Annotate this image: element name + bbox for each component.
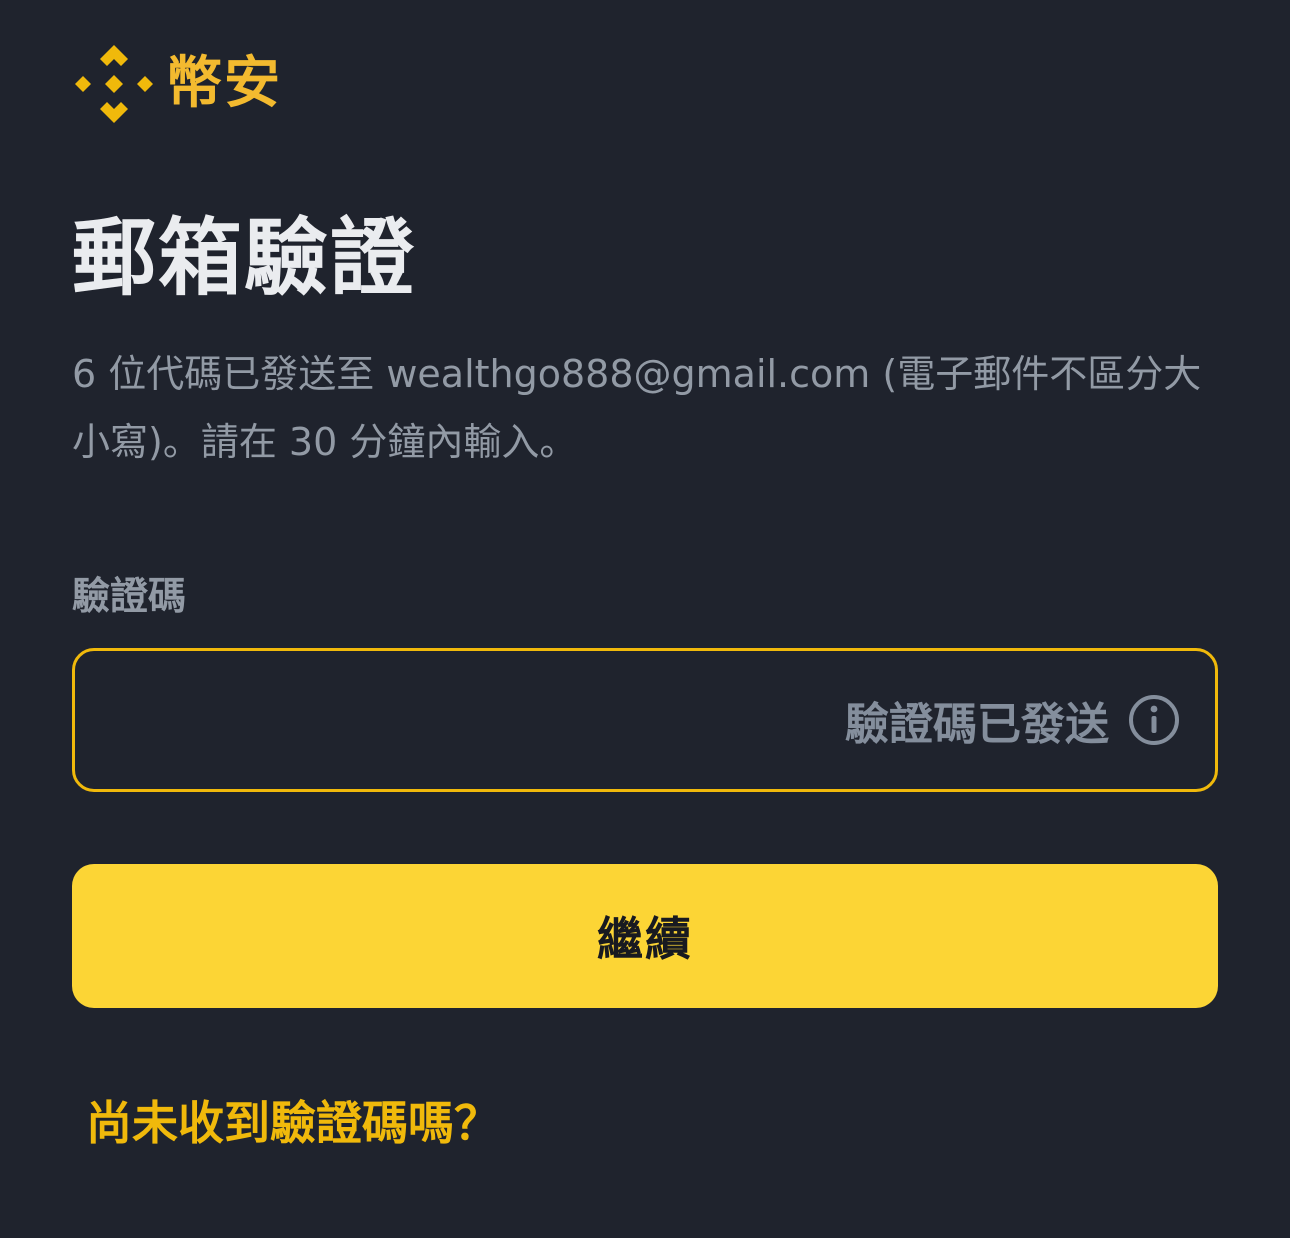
- verification-description: 6 位代碼已發送至 wealthgo888@gmail.com (電子郵件不區分…: [72, 352, 1202, 464]
- page-title: 郵箱驗證: [72, 209, 417, 307]
- info-icon[interactable]: [1127, 693, 1181, 747]
- code-sent-status: 驗證碼已發送: [845, 699, 1109, 750]
- binance-logo-icon: [75, 45, 153, 123]
- brand-header: 幣安: [72, 42, 282, 126]
- brand-name: 幣安: [166, 51, 282, 116]
- verification-code-field[interactable]: 驗證碼已發送: [72, 648, 1218, 792]
- verification-code-input[interactable]: [75, 650, 845, 790]
- email-verification-page: 幣安 郵箱驗證 6 位代碼已發送至 wealthgo888@gmail.com …: [0, 0, 1290, 1238]
- code-field-label: 驗證碼: [72, 574, 187, 618]
- continue-button[interactable]: 繼續: [72, 864, 1218, 1008]
- resend-code-link[interactable]: 尚未收到驗證碼嗎？: [86, 1096, 500, 1151]
